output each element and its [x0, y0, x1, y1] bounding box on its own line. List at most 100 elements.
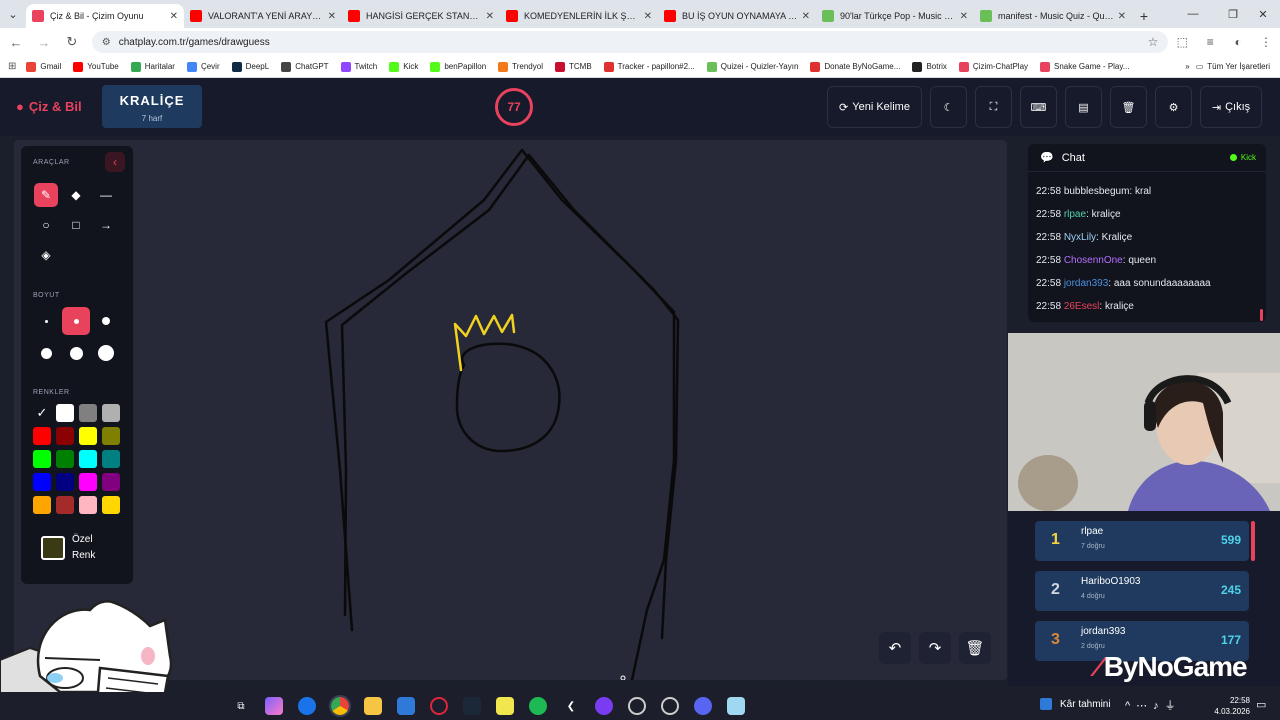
custom-color-swatch[interactable]: [41, 536, 65, 560]
size-xl[interactable]: [62, 339, 90, 367]
tab-close-icon[interactable]: ✕: [1118, 11, 1126, 22]
menu-icon[interactable]: ⋮: [1252, 30, 1280, 54]
site-info-icon[interactable]: ⚙: [102, 37, 111, 48]
browser-tab[interactable]: 90'lar Türkçe Pop - Music Quiz ✕: [816, 4, 974, 28]
clear-canvas-button[interactable]: 🗑: [959, 632, 991, 664]
browser-tab[interactable]: Çiz & Bil - Çizim Oyunu ✕: [26, 4, 184, 28]
bookmark-item[interactable]: Çizim-ChatPlay: [958, 61, 1028, 72]
undo-button[interactable]: ↶: [879, 632, 911, 664]
sticky-notes-icon[interactable]: [496, 697, 514, 715]
color-swatch[interactable]: [33, 427, 51, 445]
bookmark-item[interactable]: Donate ByNoGame...: [810, 61, 900, 72]
color-swatch[interactable]: [33, 473, 51, 491]
message-user[interactable]: bubblesbegum: [1064, 186, 1130, 197]
archive-button[interactable]: ▤: [1065, 86, 1102, 128]
minimize-icon[interactable]: —: [1176, 0, 1210, 28]
delete-button[interactable]: 🗑: [1110, 86, 1147, 128]
app-logo[interactable]: ● Çiz & Bil: [16, 99, 82, 114]
line-tool[interactable]: —: [94, 183, 118, 207]
bookmark-item[interactable]: Trendyol: [498, 61, 543, 72]
tab-close-icon[interactable]: ✕: [328, 11, 336, 22]
chat-scrollbar[interactable]: [1260, 309, 1263, 321]
arrow-tool[interactable]: →: [94, 213, 118, 237]
color-swatch[interactable]: [33, 496, 51, 514]
color-swatch[interactable]: ✓: [33, 404, 51, 422]
bookmark-item[interactable]: benPapillon: [430, 61, 486, 72]
copilot-icon[interactable]: [265, 697, 283, 715]
browser-tab[interactable]: VALORANT'A YENİ ARAYÜZ VE ✕: [184, 4, 342, 28]
color-swatch[interactable]: [79, 427, 97, 445]
color-swatch[interactable]: [56, 427, 74, 445]
new-tab-button[interactable]: +: [1132, 4, 1156, 28]
bookmarks-more[interactable]: »: [1185, 62, 1189, 71]
speedometer-icon[interactable]: [628, 697, 646, 715]
bookmark-item[interactable]: Kick: [389, 61, 418, 72]
profile-icon[interactable]: ◐: [1224, 30, 1252, 54]
browser-tab[interactable]: BU İŞ OYUN OYNAMAYA BENZ ✕: [658, 4, 816, 28]
all-bookmarks[interactable]: ▭ Tüm Yer İşaretleri: [1196, 62, 1270, 71]
size-m[interactable]: [92, 307, 120, 335]
file-explorer-icon[interactable]: [364, 697, 382, 715]
browser-tab[interactable]: manifest - Music Quiz - Quizei ✕: [974, 4, 1132, 28]
message-user[interactable]: ChosennOne: [1064, 255, 1123, 266]
size-xs[interactable]: [32, 307, 60, 335]
bookmark-star-icon[interactable]: ☆: [1148, 35, 1159, 49]
color-swatch[interactable]: [102, 404, 120, 422]
eraser-tool[interactable]: ◆: [64, 183, 88, 207]
exit-button[interactable]: ⇥ Çıkış: [1200, 86, 1262, 128]
globe-icon[interactable]: [661, 697, 679, 715]
notification-icon[interactable]: ▭: [1256, 698, 1266, 711]
color-swatch[interactable]: [56, 404, 74, 422]
bookmark-item[interactable]: DeepL: [231, 61, 269, 72]
color-swatch[interactable]: [56, 496, 74, 514]
close-window-icon[interactable]: ✕: [1246, 0, 1280, 28]
redo-button[interactable]: ↷: [919, 632, 951, 664]
steam-icon[interactable]: [463, 697, 481, 715]
tab-search-chevron-icon[interactable]: ⌄: [0, 0, 26, 28]
tray-clock[interactable]: 22:58 4.03.2026: [1200, 695, 1250, 717]
tab-close-icon[interactable]: ✕: [486, 11, 494, 22]
obs-icon[interactable]: [595, 697, 613, 715]
color-swatch[interactable]: [56, 473, 74, 491]
reload-icon[interactable]: ↻: [60, 30, 84, 54]
discord-icon[interactable]: [694, 697, 712, 715]
mail-icon[interactable]: [397, 697, 415, 715]
tab-close-icon[interactable]: ✕: [802, 11, 810, 22]
new-word-button[interactable]: ⟳ Yeni Kelime: [827, 86, 922, 128]
fullscreen-button[interactable]: ⛶: [975, 86, 1012, 128]
bookmark-item[interactable]: Çevir: [186, 61, 220, 72]
size-l[interactable]: [32, 339, 60, 367]
bookmark-item[interactable]: ChatGPT: [281, 61, 329, 72]
color-swatch[interactable]: [79, 473, 97, 491]
browser-tab[interactable]: HANGİSİ GERÇEK STAND-UP K ✕: [342, 4, 500, 28]
tab-close-icon[interactable]: ✕: [170, 11, 178, 22]
color-swatch[interactable]: [79, 496, 97, 514]
bookmark-item[interactable]: Gmail: [26, 61, 61, 72]
media-icon[interactable]: ≡: [1196, 30, 1224, 54]
bookmark-item[interactable]: Quizei - Quizler-Yayın: [706, 61, 798, 72]
fill-tool[interactable]: ◈: [34, 243, 58, 267]
task-view-icon[interactable]: ⧉: [232, 697, 250, 715]
bookmark-item[interactable]: Botrix: [912, 61, 947, 72]
keyboard-button[interactable]: ⌨: [1020, 86, 1057, 128]
color-swatch[interactable]: [102, 496, 120, 514]
size-s[interactable]: [62, 307, 90, 335]
collapse-panel-button[interactable]: ‹: [105, 152, 125, 172]
weather-widget[interactable]: Kâr tahmini: [1040, 698, 1111, 710]
chrome-icon[interactable]: [329, 695, 351, 717]
bookmark-item[interactable]: Snake Game - Play...: [1040, 61, 1129, 72]
bookmark-item[interactable]: Twitch: [340, 61, 377, 72]
bookmark-item[interactable]: Haritalar: [130, 61, 175, 72]
color-swatch[interactable]: [102, 450, 120, 468]
size-xxl[interactable]: [92, 339, 120, 367]
bookmark-item[interactable]: Tracker - papillon#2...: [603, 61, 695, 72]
color-swatch[interactable]: [79, 404, 97, 422]
url-field[interactable]: ⚙ chatplay.com.tr/games/drawguess ☆: [91, 31, 1169, 53]
browser-tab[interactable]: KOMEDYENLERİN İLK ŞAKALAR ✕: [500, 4, 658, 28]
opera-icon[interactable]: [430, 697, 448, 715]
forward-icon[interactable]: →: [32, 30, 56, 54]
brush-tool[interactable]: ✎: [34, 183, 58, 207]
tray-icons[interactable]: ^⋯♪⏚: [1125, 697, 1182, 713]
circle-tool[interactable]: ○: [34, 213, 58, 237]
bookmark-item[interactable]: TCMB: [554, 61, 592, 72]
